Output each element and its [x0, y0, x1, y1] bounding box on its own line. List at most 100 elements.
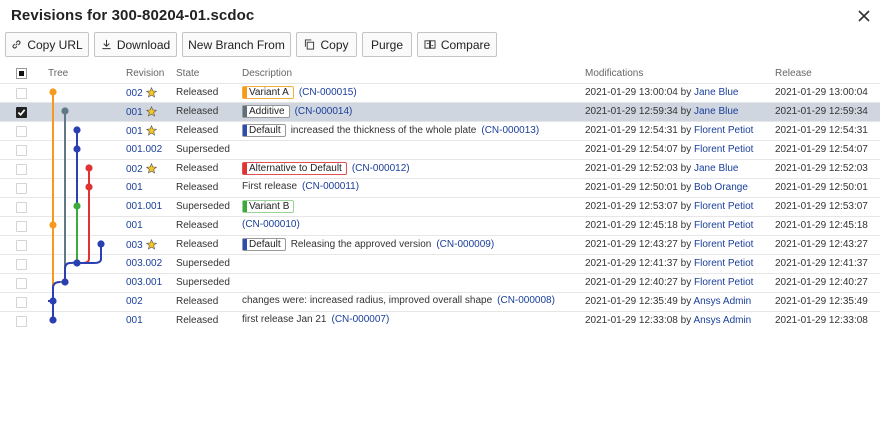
user-link[interactable]: Florent Petiot: [694, 258, 753, 269]
revision-link[interactable]: 002: [126, 88, 143, 99]
column-header-modifications[interactable]: Modifications: [585, 68, 643, 79]
revision-cell[interactable]: 001: [126, 106, 157, 118]
user-link[interactable]: Florent Petiot: [694, 239, 753, 250]
revision-link[interactable]: 001.002: [126, 144, 162, 155]
table-row[interactable]: 003.002 Superseded 2021-01-29 12:41:37 by …: [0, 254, 880, 273]
revision-cell[interactable]: 001: [126, 182, 143, 193]
column-header-state[interactable]: State: [176, 68, 199, 79]
revision-cell[interactable]: 002: [126, 87, 157, 99]
row-checkbox[interactable]: [16, 259, 27, 270]
user-link[interactable]: Ansys Admin: [693, 296, 751, 307]
tree-node[interactable]: [61, 107, 69, 115]
revision-cell[interactable]: 003.001: [126, 277, 162, 288]
user-link[interactable]: Jane Blue: [694, 87, 738, 98]
change-notice-link[interactable]: (CN-000014): [295, 106, 353, 117]
table-row[interactable]: 001 Released (CN-000010) 2021-01-29 12:45:1…: [0, 216, 880, 235]
row-checkbox[interactable]: [16, 221, 27, 232]
revision-link[interactable]: 002: [126, 296, 143, 307]
row-checkbox[interactable]: [16, 183, 27, 194]
tree-node[interactable]: [49, 297, 57, 305]
tree-node[interactable]: [73, 145, 81, 153]
table-row[interactable]: 001 Released first release Jan 21 (CN-00000…: [0, 311, 880, 330]
table-row[interactable]: 003.001 Superseded 2021-01-29 12:40:27 by …: [0, 273, 880, 292]
column-header-revision[interactable]: Revision: [126, 68, 164, 79]
change-notice-link[interactable]: (CN-000009): [436, 239, 494, 250]
column-header-description[interactable]: Description: [242, 68, 292, 79]
revision-cell[interactable]: 001: [126, 125, 157, 137]
tree-node[interactable]: [61, 278, 69, 286]
revision-link[interactable]: 001: [126, 107, 143, 118]
row-checkbox[interactable]: [16, 145, 27, 156]
download-button[interactable]: Download: [94, 32, 177, 57]
revision-link[interactable]: 002: [126, 164, 143, 175]
revision-cell[interactable]: 001: [126, 220, 143, 231]
table-row[interactable]: 001.002 Superseded 2021-01-29 12:54:07 by …: [0, 140, 880, 159]
revision-link[interactable]: 001: [126, 126, 143, 137]
copy-button[interactable]: Copy: [296, 32, 357, 57]
tree-node[interactable]: [97, 240, 105, 248]
copy-url-button[interactable]: Copy URL: [5, 32, 89, 57]
row-checkbox[interactable]: [16, 240, 27, 251]
revision-cell[interactable]: 001.002: [126, 144, 162, 155]
table-row[interactable]: 001 Released Default increased the thicknes…: [0, 121, 880, 140]
revision-cell[interactable]: 002: [126, 163, 157, 175]
row-checkbox[interactable]: [16, 107, 27, 118]
purge-button[interactable]: Purge: [362, 32, 412, 57]
tree-node[interactable]: [49, 316, 57, 324]
revision-link[interactable]: 003.001: [126, 277, 162, 288]
revision-link[interactable]: 001: [126, 220, 143, 231]
revision-link[interactable]: 001: [126, 315, 143, 326]
change-notice-link[interactable]: (CN-000010): [242, 219, 300, 230]
select-all-checkbox[interactable]: [16, 68, 27, 79]
change-notice-link[interactable]: (CN-000007): [332, 314, 390, 325]
table-row[interactable]: 002 Released Alternative to Default (CN-000…: [0, 159, 880, 178]
tree-node[interactable]: [85, 164, 93, 172]
revision-link[interactable]: 001: [126, 182, 143, 193]
row-checkbox[interactable]: [16, 202, 27, 213]
user-link[interactable]: Jane Blue: [694, 163, 738, 174]
column-header-release[interactable]: Release: [775, 68, 812, 79]
table-row[interactable]: 003 Released Default Releasing the approved…: [0, 235, 880, 254]
user-link[interactable]: Florent Petiot: [694, 220, 753, 231]
row-checkbox[interactable]: [16, 316, 27, 327]
user-link[interactable]: Florent Petiot: [694, 125, 753, 136]
change-notice-link[interactable]: (CN-000015): [299, 87, 357, 98]
tree-node[interactable]: [73, 202, 81, 210]
table-row[interactable]: 001 Released Additive (CN-000014) 2021-01-29…: [0, 102, 880, 121]
revision-cell[interactable]: 003.002: [126, 258, 162, 269]
user-link[interactable]: Florent Petiot: [694, 201, 753, 212]
revision-cell[interactable]: 001: [126, 315, 143, 326]
table-row[interactable]: 002 Released Variant A (CN-000015) 2021-01-2…: [0, 83, 880, 102]
revision-cell[interactable]: 001.001: [126, 201, 162, 212]
row-checkbox[interactable]: [16, 278, 27, 289]
table-row[interactable]: 001.001 Superseded Variant B 2021-01-29 12:…: [0, 197, 880, 216]
revision-link[interactable]: 001.001: [126, 201, 162, 212]
user-link[interactable]: Florent Petiot: [694, 144, 753, 155]
row-checkbox[interactable]: [16, 88, 27, 99]
row-checkbox[interactable]: [16, 164, 27, 175]
table-row[interactable]: 002 Released changes were: increased radiu…: [0, 292, 880, 311]
tree-node[interactable]: [85, 183, 93, 191]
user-link[interactable]: Florent Petiot: [694, 277, 753, 288]
change-notice-link[interactable]: (CN-000012): [352, 163, 410, 174]
change-notice-link[interactable]: (CN-000008): [497, 295, 555, 306]
user-link[interactable]: Bob Orange: [694, 182, 748, 193]
tree-node[interactable]: [49, 88, 57, 96]
row-checkbox[interactable]: [16, 126, 27, 137]
new-branch-from-button[interactable]: New Branch From: [182, 32, 291, 57]
table-row[interactable]: 001 Released First release (CN-000011) 2021-…: [0, 178, 880, 197]
revision-cell[interactable]: 003: [126, 239, 157, 251]
change-notice-link[interactable]: (CN-000011): [302, 181, 359, 192]
revision-link[interactable]: 003.002: [126, 258, 162, 269]
change-notice-link[interactable]: (CN-000013): [481, 125, 539, 136]
tree-node[interactable]: [73, 259, 81, 267]
user-link[interactable]: Ansys Admin: [693, 315, 751, 326]
tree-node[interactable]: [73, 126, 81, 134]
close-icon[interactable]: [856, 8, 872, 24]
tree-node[interactable]: [49, 221, 57, 229]
revision-link[interactable]: 003: [126, 240, 143, 251]
user-link[interactable]: Jane Blue: [694, 106, 738, 117]
revision-cell[interactable]: 002: [126, 296, 143, 307]
compare-button[interactable]: Compare: [417, 32, 497, 57]
row-checkbox[interactable]: [16, 297, 27, 308]
